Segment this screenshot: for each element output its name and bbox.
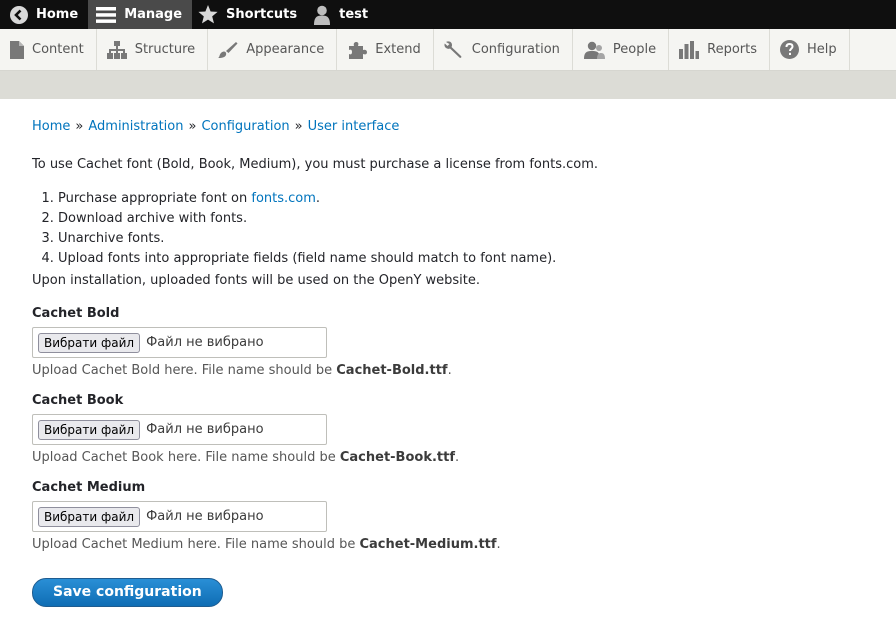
step1-suffix: . bbox=[315, 191, 321, 206]
paintbrush-icon bbox=[218, 41, 238, 59]
tray-item-label: Extend bbox=[375, 42, 421, 57]
bar-chart-icon bbox=[679, 40, 700, 59]
tray-spacer bbox=[850, 29, 896, 70]
user-icon bbox=[313, 5, 331, 25]
main-content: Home » Administration » Configuration » … bbox=[0, 99, 896, 607]
toolbar-shortcuts-label: Shortcuts bbox=[226, 7, 298, 22]
breadcrumb-administration[interactable]: Administration bbox=[88, 117, 183, 137]
file-input-cachet-book[interactable]: Вибрати файл Файл не вибрано bbox=[32, 414, 327, 445]
field-label: Cachet Medium bbox=[32, 480, 146, 495]
tray-item-label: People bbox=[612, 42, 657, 57]
toolbar-user[interactable]: test bbox=[307, 0, 378, 29]
file-status: Файл не вибрано bbox=[146, 508, 264, 524]
admin-toolbar: Home Manage Shortcuts test bbox=[0, 0, 896, 29]
description-text: Upload Cachet Medium here. File name sho… bbox=[32, 537, 360, 552]
list-item: Upload fonts into appropriate fields (fi… bbox=[58, 249, 864, 269]
description-suffix: . bbox=[496, 537, 501, 552]
hamburger-icon bbox=[96, 6, 117, 24]
filename-text: Cachet-Medium.ttf bbox=[359, 537, 497, 552]
people-icon bbox=[583, 41, 605, 59]
installation-note: Upon installation, uploaded fonts will b… bbox=[32, 273, 481, 288]
file-input-cachet-bold[interactable]: Вибрати файл Файл не вибрано bbox=[32, 327, 327, 358]
file-status: Файл не вибрано bbox=[146, 421, 264, 437]
field-label: Cachet Book bbox=[32, 393, 124, 408]
toolbar-home[interactable]: Home bbox=[4, 0, 88, 29]
tray-item-label: Structure bbox=[134, 42, 196, 57]
field-description: Upload Cachet Bold here. File name shoul… bbox=[32, 362, 864, 380]
toolbar-shadow bbox=[0, 71, 896, 99]
step1-prefix: Purchase appropriate font on bbox=[58, 191, 252, 206]
breadcrumb-separator: » bbox=[188, 119, 197, 134]
tray-item-label: Help bbox=[807, 42, 837, 57]
puzzle-icon bbox=[347, 41, 368, 59]
field-description: Upload Cachet Medium here. File name sho… bbox=[32, 536, 864, 554]
tray-item-label: Configuration bbox=[471, 42, 560, 57]
fonts-com-link[interactable]: fonts.com bbox=[251, 191, 316, 206]
tray-item-reports[interactable]: Reports bbox=[669, 29, 770, 70]
choose-file-button[interactable]: Вибрати файл bbox=[38, 332, 141, 353]
toolbar-manage[interactable]: Manage bbox=[88, 0, 193, 29]
file-input-cachet-medium[interactable]: Вибрати файл Файл не вибрано bbox=[32, 501, 327, 532]
breadcrumb-configuration[interactable]: Configuration bbox=[201, 117, 289, 137]
field-cachet-bold: Cachet Bold Вибрати файл Файл не вибрано… bbox=[32, 305, 864, 380]
description-suffix: . bbox=[447, 363, 452, 378]
file-icon bbox=[10, 40, 24, 59]
description-text: Upload Cachet Bold here. File name shoul… bbox=[32, 363, 337, 378]
list-item: Download archive with fonts. bbox=[58, 209, 864, 229]
sitemap-icon bbox=[106, 40, 127, 59]
breadcrumb: Home » Administration » Configuration » … bbox=[32, 117, 864, 137]
tray-item-content[interactable]: Content bbox=[0, 29, 97, 70]
description-suffix: . bbox=[455, 450, 460, 465]
instructions-list: Purchase appropriate font on fonts.com. … bbox=[32, 189, 864, 269]
tray-item-help[interactable]: Help bbox=[770, 29, 850, 70]
admin-tray: Content Structure Appearance Extend Conf… bbox=[0, 29, 896, 71]
breadcrumb-separator: » bbox=[294, 119, 303, 134]
toolbar-manage-label: Manage bbox=[124, 7, 183, 22]
back-arrow-icon bbox=[10, 5, 28, 24]
choose-file-button[interactable]: Вибрати файл bbox=[38, 419, 141, 440]
tray-item-extend[interactable]: Extend bbox=[337, 29, 434, 70]
save-configuration-button[interactable]: Save configuration bbox=[32, 578, 223, 607]
list-item: Purchase appropriate font on fonts.com. bbox=[58, 189, 864, 209]
description-text: Upload Cachet Book here. File name shoul… bbox=[32, 450, 340, 465]
breadcrumb-separator: » bbox=[75, 119, 84, 134]
breadcrumb-home[interactable]: Home bbox=[32, 117, 70, 137]
tray-item-label: Appearance bbox=[246, 42, 325, 57]
tray-item-label: Content bbox=[32, 42, 84, 57]
toolbar-home-label: Home bbox=[36, 7, 79, 22]
star-icon bbox=[198, 5, 218, 24]
field-label: Cachet Bold bbox=[32, 306, 120, 321]
filename-text: Cachet-Book.ttf bbox=[339, 450, 455, 465]
help-icon bbox=[780, 40, 799, 59]
tray-item-label: Reports bbox=[707, 42, 757, 57]
list-item: Unarchive fonts. bbox=[58, 229, 864, 249]
tray-item-configuration[interactable]: Configuration bbox=[434, 29, 573, 70]
toolbar-user-label: test bbox=[339, 7, 369, 22]
breadcrumb-user-interface[interactable]: User interface bbox=[308, 117, 400, 137]
tray-item-structure[interactable]: Structure bbox=[97, 29, 209, 70]
field-cachet-book: Cachet Book Вибрати файл Файл не вибрано… bbox=[32, 392, 864, 467]
intro-text: To use Cachet font (Bold, Book, Medium),… bbox=[32, 157, 599, 172]
wrench-icon bbox=[444, 40, 464, 59]
field-cachet-medium: Cachet Medium Вибрати файл Файл не вибра… bbox=[32, 479, 864, 554]
choose-file-button[interactable]: Вибрати файл bbox=[38, 506, 141, 527]
tray-item-appearance[interactable]: Appearance bbox=[208, 29, 338, 70]
tray-item-people[interactable]: People bbox=[573, 29, 670, 70]
file-status: Файл не вибрано bbox=[146, 334, 264, 350]
toolbar-shortcuts[interactable]: Shortcuts bbox=[192, 0, 307, 29]
filename-text: Cachet-Bold.ttf bbox=[336, 363, 448, 378]
field-description: Upload Cachet Book here. File name shoul… bbox=[32, 449, 864, 467]
